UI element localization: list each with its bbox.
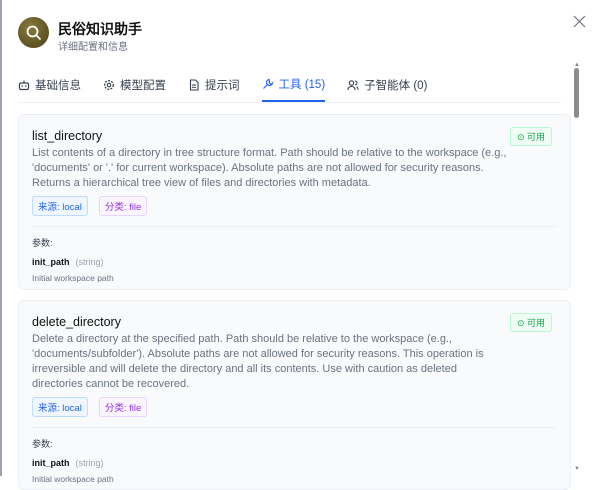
- status-badge: ⊙ 可用: [510, 313, 552, 332]
- param-type: (string): [76, 257, 104, 267]
- tab-label: 模型配置: [120, 77, 166, 93]
- dialog-title: 民俗知识助手: [58, 19, 142, 39]
- tab-sub-agents[interactable]: 子智能体 (0): [347, 70, 427, 100]
- source-tag: 来源: local: [32, 397, 88, 417]
- status-text: 可用: [527, 318, 545, 328]
- param-name: init_path: [32, 458, 70, 468]
- dialog-subtitle: 详细配置和信息: [58, 38, 128, 53]
- scroll-down-icon[interactable]: ▼: [574, 466, 580, 472]
- param-type: (string): [76, 458, 104, 468]
- avatar: [18, 17, 49, 48]
- source-tag: 来源: local: [32, 196, 88, 216]
- scrollbar-thumb[interactable]: [574, 68, 579, 118]
- divider: [32, 226, 557, 227]
- tab-label: 工具 (15): [279, 76, 326, 92]
- category-tag: 分类: file: [99, 397, 147, 417]
- param-name: init_path: [32, 257, 70, 267]
- close-icon[interactable]: [572, 14, 587, 29]
- param-description: Initial workspace path: [32, 273, 557, 283]
- params-label: 参数:: [32, 236, 557, 249]
- params-label: 参数:: [32, 437, 557, 450]
- scrollbar[interactable]: ▲ ▼: [572, 62, 580, 476]
- tab-model-config[interactable]: 模型配置: [103, 70, 166, 100]
- tab-label: 基础信息: [35, 77, 81, 93]
- tool-description: Delete a directory at the specified path…: [32, 332, 507, 392]
- tool-description: List contents of a directory in tree str…: [32, 146, 507, 191]
- tab-tools[interactable]: 工具 (15): [262, 70, 326, 102]
- tool-name: list_directory: [32, 129, 557, 143]
- tool-card: delete_directory ⊙ 可用 Delete a directory…: [18, 300, 571, 490]
- divider: [32, 427, 557, 428]
- document-icon: [188, 79, 200, 91]
- tab-prompt[interactable]: 提示词: [188, 70, 240, 100]
- gear-icon: [103, 79, 115, 91]
- tab-bar: 基础信息 模型配置 提示词 工具 (15) 子智能体 (0): [18, 70, 561, 103]
- search-icon: [25, 24, 43, 42]
- tab-label: 提示词: [205, 77, 240, 93]
- robot-icon: [18, 79, 30, 91]
- tab-label: 子智能体 (0): [364, 77, 427, 93]
- wrench-icon: [262, 78, 274, 90]
- window-edge: [0, 0, 2, 476]
- status-text: 可用: [527, 132, 545, 142]
- tool-card: list_directory ⊙ 可用 List contents of a d…: [18, 114, 571, 290]
- status-badge: ⊙ 可用: [510, 127, 552, 146]
- tab-basic-info[interactable]: 基础信息: [18, 70, 81, 100]
- users-icon: [347, 79, 359, 91]
- tool-name: delete_directory: [32, 315, 557, 329]
- category-tag: 分类: file: [99, 196, 147, 216]
